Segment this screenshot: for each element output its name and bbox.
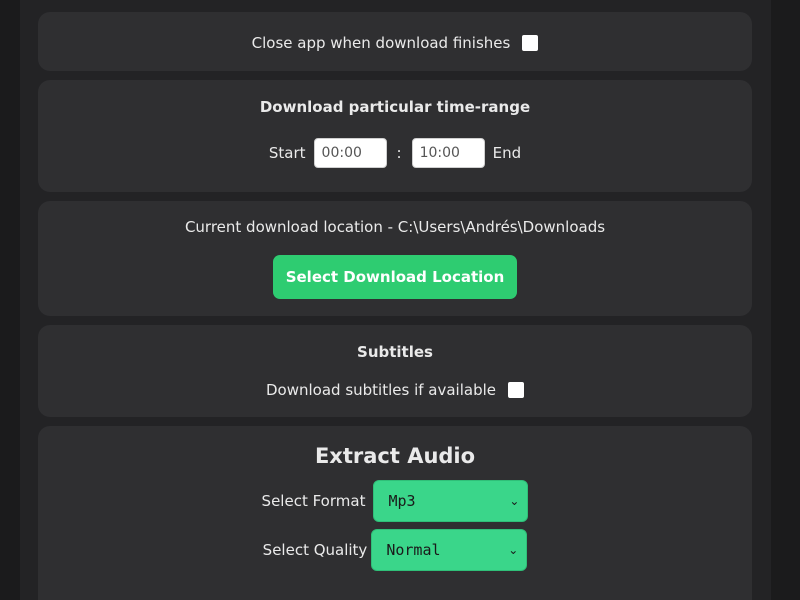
end-time-input[interactable] <box>411 138 485 168</box>
app-window: Close app when download finishes Downloa… <box>0 0 800 600</box>
download-location-card: Current download location - C:\Users\And… <box>38 201 752 316</box>
chevron-down-icon: ⌄ <box>508 543 519 557</box>
subtitles-checkbox[interactable] <box>508 382 524 398</box>
current-location-text: Current download location - C:\Users\And… <box>184 218 606 236</box>
extract-audio-title: Extract Audio <box>314 444 476 468</box>
quality-select-value: Normal <box>386 541 441 559</box>
location-text-row: Current download location - C:\Users\And… <box>38 218 752 236</box>
settings-column: Close app when download finishes Downloa… <box>20 0 771 600</box>
quality-label: Select Quality <box>262 541 368 559</box>
time-separator: : <box>396 144 402 162</box>
time-range-card: Download particular time-range Start : E… <box>38 80 752 192</box>
quality-select[interactable]: Normal ⌄ <box>371 529 528 571</box>
time-range-inputs-row: Start : End <box>38 138 752 168</box>
quality-row: Select Quality Normal ⌄ <box>38 529 752 571</box>
time-range-title-row: Download particular time-range <box>38 98 752 116</box>
close-app-checkbox[interactable] <box>522 35 539 51</box>
format-label: Select Format <box>261 492 366 510</box>
subtitles-title-row: Subtitles <box>38 343 752 361</box>
start-label: Start <box>268 144 306 162</box>
close-app-card: Close app when download finishes <box>38 12 752 71</box>
format-select-value: Mp3 <box>388 492 416 510</box>
end-label: End <box>492 144 522 162</box>
close-app-label: Close app when download finishes <box>251 34 511 52</box>
close-app-row: Close app when download finishes <box>38 34 752 52</box>
subtitles-label: Download subtitles if available <box>265 381 496 399</box>
subtitles-card: Subtitles Download subtitles if availabl… <box>38 325 752 417</box>
time-range-title: Download particular time-range <box>259 98 531 116</box>
format-row: Select Format Mp3 ⌄ <box>38 480 752 522</box>
location-button-row: Select Download Location <box>38 255 752 299</box>
extract-audio-card: Extract Audio Select Format Mp3 ⌄ Select… <box>38 426 752 600</box>
select-download-location-button[interactable]: Select Download Location <box>272 255 518 299</box>
start-time-input[interactable] <box>313 138 387 168</box>
subtitles-option-row: Download subtitles if available <box>38 381 752 399</box>
subtitles-title: Subtitles <box>357 343 433 361</box>
chevron-down-icon: ⌄ <box>509 494 520 508</box>
extract-audio-title-row: Extract Audio <box>38 444 752 468</box>
format-select[interactable]: Mp3 ⌄ <box>373 480 529 522</box>
